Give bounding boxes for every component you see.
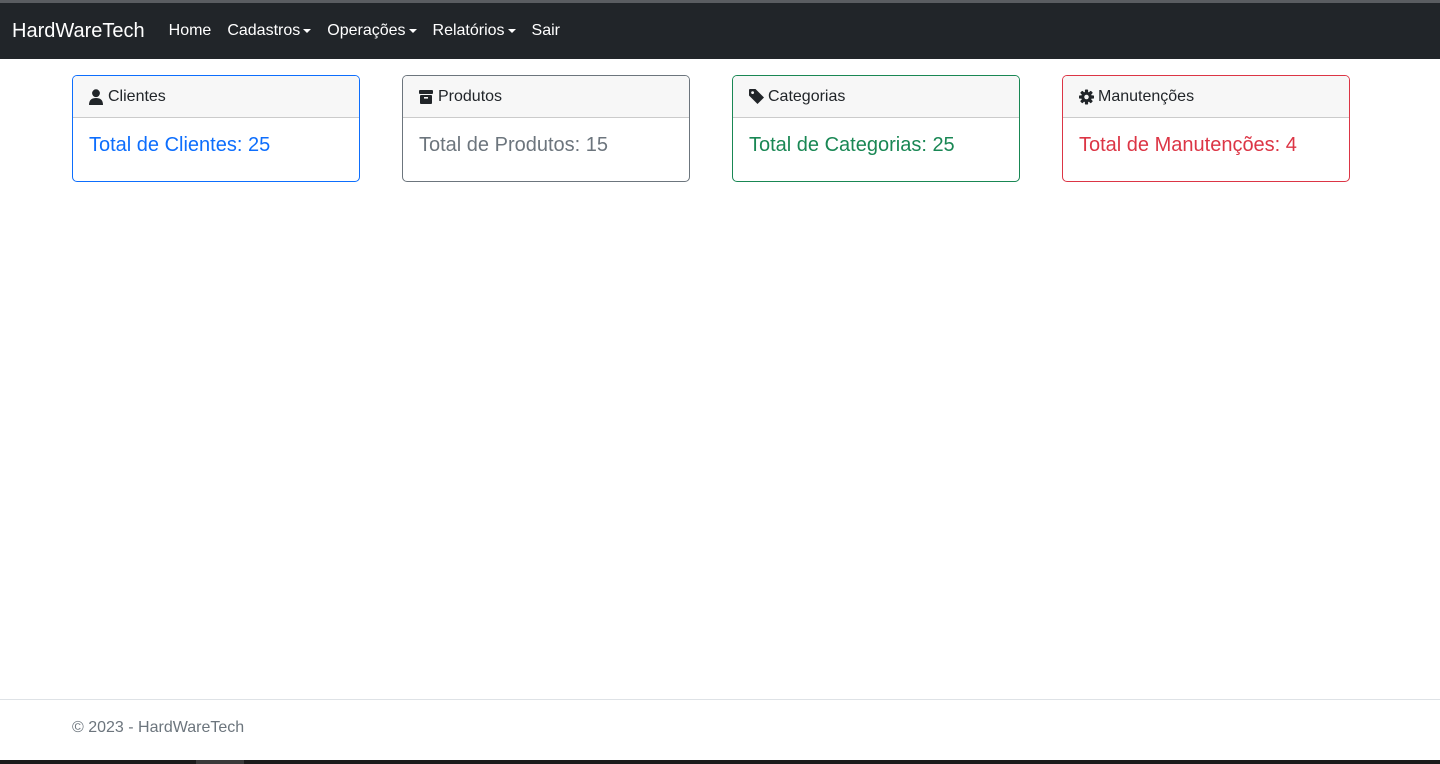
card-body: Total de Produtos: 15 bbox=[403, 118, 689, 173]
card-title: Clientes bbox=[108, 87, 166, 105]
card-body: Total de Categorias: 25 bbox=[733, 118, 1019, 173]
card-total-text: Total de Clientes: 25 bbox=[89, 134, 271, 156]
nav-item-label: Sair bbox=[531, 22, 560, 39]
nav-item-home[interactable]: Home bbox=[169, 22, 212, 40]
card-body: Total de Manutenções: 4 bbox=[1063, 118, 1349, 173]
nav-item-sair[interactable]: Sair bbox=[532, 22, 560, 40]
card-title: Categorias bbox=[768, 87, 846, 105]
card-header: Categorias bbox=[733, 76, 1019, 118]
nav-item-label: Cadastros bbox=[227, 22, 301, 39]
card-header: Produtos bbox=[403, 76, 689, 118]
user-icon bbox=[89, 88, 104, 105]
card-title: Produtos bbox=[438, 87, 503, 105]
nav-item-operacoes[interactable]: Operações bbox=[327, 22, 417, 40]
card-produtos: Produtos Total de Produtos: 15 bbox=[402, 75, 690, 182]
card-header: Clientes bbox=[73, 76, 359, 118]
card-categorias: Categorias Total de Categorias: 25 bbox=[732, 75, 1020, 182]
taskbar-strip bbox=[0, 760, 1440, 764]
gear-icon bbox=[1079, 89, 1094, 105]
dropdown-caret-icon bbox=[507, 29, 516, 33]
card-total-text: Total de Produtos: 15 bbox=[419, 134, 609, 156]
dropdown-caret-icon bbox=[303, 29, 312, 33]
card-body: Total de Clientes: 25 bbox=[73, 118, 359, 173]
card-title: Manutenções bbox=[1098, 87, 1195, 105]
card-total-text: Total de Categorias: 25 bbox=[749, 134, 955, 156]
navbar-brand[interactable]: HardWareTech bbox=[12, 20, 145, 43]
card-clientes: Clientes Total de Clientes: 25 bbox=[72, 75, 360, 182]
nav-item-label: Operações bbox=[327, 22, 406, 39]
nav-item-label: Home bbox=[168, 22, 212, 39]
dropdown-caret-icon bbox=[408, 29, 417, 33]
card-total-text: Total de Manutenções: 4 bbox=[1079, 134, 1297, 156]
box-icon bbox=[419, 89, 434, 105]
nav-item-cadastros[interactable]: Cadastros bbox=[227, 22, 312, 40]
tag-icon bbox=[749, 89, 764, 105]
navbar: HardWareTech Home Cadastros Operações Re… bbox=[0, 3, 1440, 59]
nav-item-label: Relatórios bbox=[432, 22, 505, 39]
taskbar-tab bbox=[196, 760, 244, 764]
footer-divider bbox=[0, 699, 1440, 700]
card-header: Manutenções bbox=[1063, 76, 1349, 118]
card-manutencoes: Manutenções Total de Manutenções: 4 bbox=[1062, 75, 1350, 182]
nav-item-relatorios[interactable]: Relatórios bbox=[433, 22, 516, 40]
footer-copyright: © 2023 - HardWareTech bbox=[72, 719, 245, 736]
